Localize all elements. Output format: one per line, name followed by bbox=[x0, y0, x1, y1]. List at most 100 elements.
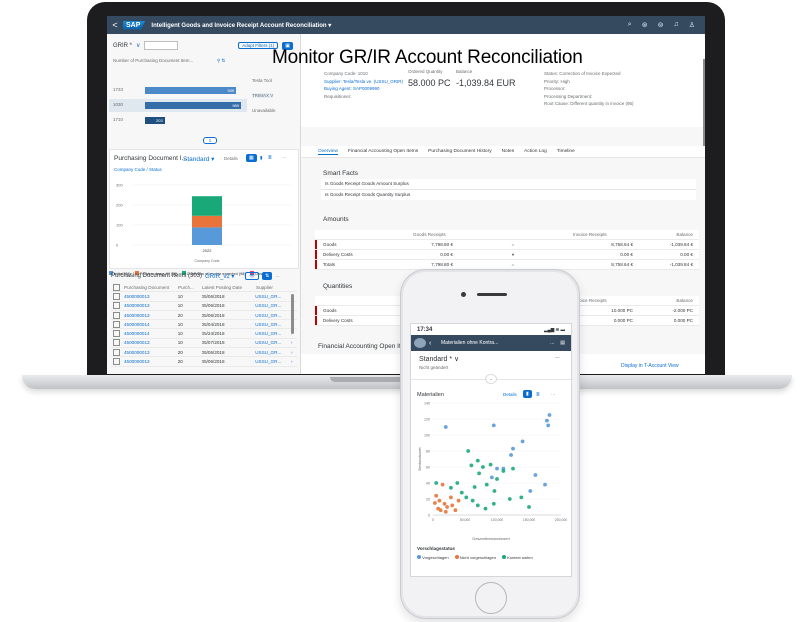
balance-label: Balance bbox=[456, 69, 473, 74]
row-checkbox[interactable] bbox=[113, 339, 120, 347]
kpi-bar-row[interactable]: 1710 203 bbox=[109, 114, 247, 127]
row-checkbox[interactable] bbox=[113, 348, 120, 356]
phone-camera bbox=[461, 292, 466, 297]
table-row[interactable]: 45000000141005/04/2018USSU_GR...› bbox=[111, 320, 297, 330]
table-cell: 05/06/2018 bbox=[201, 312, 225, 318]
more-icon[interactable]: ··· bbox=[282, 155, 287, 160]
kpi-bar-row[interactable]: 1030 989 bbox=[109, 99, 247, 112]
legend-title: Vorschlagsstatus bbox=[417, 546, 455, 551]
phone-app-title[interactable]: Materialien ohne Kontra... bbox=[441, 340, 498, 346]
phone-chart-title: Materialien bbox=[417, 392, 444, 398]
tab-notes[interactable]: Notes bbox=[502, 149, 515, 154]
row-checkbox[interactable] bbox=[113, 358, 120, 366]
kpi-bar[interactable]: 939 bbox=[145, 87, 237, 94]
y-axis-label: Bestandswert bbox=[418, 447, 422, 471]
app-title[interactable]: Intelligent Goods and Invoice Receipt Ac… bbox=[151, 22, 331, 29]
tab-timeline[interactable]: Timeline bbox=[557, 149, 575, 154]
more-icon[interactable]: ··· bbox=[551, 392, 556, 397]
table-row[interactable]: 45000000131005/06/2018USSU_GR...› bbox=[111, 302, 297, 311]
side-label: Tesla Tool bbox=[252, 78, 272, 83]
kpi-bar[interactable]: 989 bbox=[145, 102, 241, 109]
phone-shell-bar: ‹ Materialien ohne Kontra... ... ▤ bbox=[411, 335, 571, 351]
scatter-point bbox=[519, 495, 524, 500]
user-icon[interactable]: ♙ bbox=[689, 21, 695, 29]
row-checkbox[interactable] bbox=[113, 302, 120, 310]
scrollbar[interactable] bbox=[703, 59, 705, 149]
tab-fi-open-items[interactable]: Financial Accounting Open Items bbox=[348, 149, 418, 154]
kpi-bar-row[interactable]: 1733 939 bbox=[109, 84, 247, 97]
table-cell: 4500000013 bbox=[124, 349, 150, 355]
table-row[interactable]: 45000000141005/24/2018USSU_GR...› bbox=[111, 329, 297, 339]
chart-view-button[interactable]: ▮ bbox=[523, 390, 532, 398]
table-row[interactable]: 45000000132005/06/2018USSU_GR...› bbox=[111, 357, 297, 367]
table-row[interactable]: 45000000132005/06/2018USSU_GR...› bbox=[111, 311, 297, 321]
table-cell: 4500000013 bbox=[124, 340, 150, 346]
help-icon[interactable]: ⊚ bbox=[658, 21, 664, 29]
kpi-bar[interactable]: 203 bbox=[145, 117, 165, 124]
back-button[interactable]: < bbox=[107, 20, 123, 30]
smart-facts-title: Smart Facts bbox=[323, 170, 359, 177]
tab-po-history[interactable]: Purchasing Document History bbox=[428, 149, 491, 154]
y-tick-label: 300 bbox=[116, 183, 123, 188]
t-account-view-link[interactable]: Display in T-Account View bbox=[621, 363, 679, 369]
table-variant-selector[interactable]: GRIR_v2 ▾ bbox=[205, 273, 234, 280]
tab-overview[interactable]: Overview bbox=[318, 149, 338, 155]
ordered-qty-value: 58.000 PC bbox=[408, 78, 451, 88]
scatter-point bbox=[440, 482, 445, 487]
row-checkbox[interactable] bbox=[113, 330, 120, 338]
more-icon[interactable]: — bbox=[555, 355, 560, 360]
table-cell: USSU_GR... bbox=[255, 303, 282, 309]
kpi-bar-label: 1733 bbox=[113, 87, 124, 92]
avatar[interactable] bbox=[414, 338, 426, 348]
back-icon[interactable]: ‹ bbox=[429, 340, 441, 347]
search-input[interactable] bbox=[144, 41, 179, 50]
side-label: Unavailable bbox=[252, 108, 276, 113]
more-icon[interactable]: ... bbox=[550, 340, 554, 346]
phone-speaker bbox=[477, 293, 507, 296]
details-link[interactable]: Details bbox=[503, 392, 517, 397]
more-icon[interactable]: ··· bbox=[275, 274, 280, 279]
table-cell: 10 bbox=[177, 331, 183, 337]
bar-chart-icon[interactable]: ▮ bbox=[260, 155, 262, 161]
scatter-point bbox=[488, 462, 493, 467]
chart-details-link[interactable]: Details bbox=[224, 156, 238, 161]
kpi-filter-icon[interactable]: ⚲ ⇅ bbox=[217, 58, 225, 64]
scatter-point bbox=[450, 503, 455, 508]
kpi-bar-value: 989 bbox=[232, 103, 239, 108]
chart-breadcrumb[interactable]: Company Code / Status bbox=[114, 167, 162, 172]
table-view-icon[interactable]: ≣ bbox=[536, 392, 540, 398]
bell-icon[interactable]: ♫ bbox=[673, 21, 678, 29]
scatter-point bbox=[475, 458, 480, 463]
row-checkbox[interactable] bbox=[113, 292, 120, 300]
select-all-checkbox[interactable] bbox=[113, 283, 120, 291]
settings-button[interactable]: ⇅ bbox=[262, 272, 273, 280]
table-cell: USSU_GR... bbox=[255, 331, 282, 337]
search-icon[interactable]: ⌕ bbox=[628, 21, 632, 29]
table-row[interactable]: 45000000132005/06/2018USSU_GR...› bbox=[111, 348, 297, 358]
table-view-icon[interactable]: ≣ bbox=[268, 155, 272, 161]
y-tick-label: 60 bbox=[426, 465, 430, 469]
tab-action-log[interactable]: Action Log bbox=[524, 149, 547, 154]
x-tick-label: 200,000 bbox=[555, 518, 567, 522]
menu-icon[interactable]: ▤ bbox=[560, 340, 565, 346]
table-row[interactable]: 4500000013 10 05/07/2018 USSU_GR... › bbox=[111, 339, 297, 349]
scrollbar[interactable] bbox=[291, 294, 294, 334]
row-checkbox[interactable] bbox=[113, 311, 120, 319]
show-details-button[interactable]: 👁 bbox=[245, 272, 260, 280]
phone-variant-selector[interactable]: Standard * ∨ bbox=[419, 355, 459, 363]
chevron-down-icon[interactable]: ∨ bbox=[136, 42, 140, 49]
chart-variant-selector[interactable]: Standard ▾ bbox=[183, 155, 214, 163]
shell-bar: < SAP Intelligent Goods and Invoice Rece… bbox=[107, 16, 705, 34]
splitter-handle[interactable]: ⇕ bbox=[203, 137, 217, 144]
row-checkbox[interactable] bbox=[113, 320, 120, 328]
copilot-icon[interactable]: ⊛ bbox=[642, 21, 648, 29]
scatter-point bbox=[507, 497, 512, 501]
chart-view-button[interactable]: ▦ bbox=[246, 154, 257, 162]
attribute[interactable]: Supplier: Tesla/Tesla ve. (USSU_GRIR) bbox=[324, 78, 403, 86]
attribute[interactable]: Buying Agent: SAP0009990 bbox=[324, 85, 403, 93]
collapse-header-button[interactable]: ⌄ bbox=[485, 374, 497, 384]
home-button[interactable] bbox=[475, 582, 507, 614]
table-row[interactable]: 45000000131005/06/2018USSU_GR...› bbox=[111, 292, 297, 302]
variant-selector[interactable]: GRIR * bbox=[113, 43, 132, 49]
row-name: Delivery Costs bbox=[323, 252, 353, 257]
